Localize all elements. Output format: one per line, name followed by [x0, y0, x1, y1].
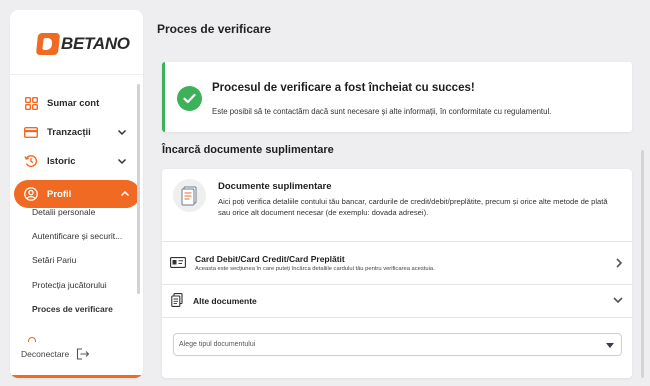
betano-logo[interactable]: BETANO	[35, 33, 130, 55]
chevron-right-icon	[616, 258, 623, 268]
sidebar-item-tranzactii[interactable]: Tranzacții	[22, 118, 137, 146]
partial-icon	[28, 337, 36, 342]
card-icon	[24, 125, 38, 139]
grid-icon	[24, 96, 38, 110]
chevron-down-icon	[117, 129, 127, 136]
sidebar-item-label: Sumar cont	[47, 97, 100, 109]
sidebar-item-label: Tranzacții	[47, 126, 91, 138]
document-upload-icon	[173, 179, 206, 212]
logo-text: BETANO	[61, 34, 130, 53]
submenu-proces-de-verificare[interactable]: Proces de verificare	[32, 304, 113, 314]
sidebar-accent-bar	[10, 375, 143, 378]
sidebar-item-label: Istoric	[47, 155, 76, 167]
id-card-icon	[170, 257, 186, 268]
documents-title: Documente suplimentare	[218, 181, 332, 192]
logout-icon	[77, 348, 90, 360]
document-type-select[interactable]: Alege tipul documentului	[173, 333, 622, 356]
main-scrollbar[interactable]	[641, 150, 644, 378]
caret-down-icon	[606, 343, 614, 348]
sidebar-item-label: Profil	[47, 188, 72, 200]
check-circle-icon	[177, 86, 202, 111]
success-banner: Procesul de verificare a fost încheiat c…	[162, 62, 632, 132]
sidebar-item-istoric[interactable]: Istoric	[22, 147, 137, 175]
submenu-detalii-personale[interactable]: Detalii personale	[32, 207, 95, 217]
documents-card: Documente suplimentare Aici poți verific…	[162, 169, 632, 378]
success-title: Procesul de verificare a fost încheiat c…	[212, 82, 475, 94]
section-title: Încarcă documente suplimentare	[162, 144, 334, 156]
submenu-setari-pariu[interactable]: Setări Pariu	[32, 255, 76, 265]
card-row-subtitle: Aceasta este secțiunea în care puteți în…	[195, 266, 435, 272]
submenu-protectia-jucatorului[interactable]: Protecția jucătorului	[32, 280, 107, 290]
divider	[162, 317, 632, 318]
select-placeholder: Alege tipul documentului	[179, 341, 256, 348]
user-icon	[24, 187, 38, 201]
success-text: Este posibil să te contactăm dacă sunt n…	[212, 107, 552, 116]
chevron-up-icon	[120, 190, 130, 197]
card-upload-row[interactable]: Card Debit/Card Credit/Card Preplătit Ac…	[162, 242, 632, 282]
other-documents-row[interactable]: Alte documente	[162, 285, 632, 315]
sidebar-item-sumar-cont[interactable]: Sumar cont	[22, 89, 137, 117]
sidebar-scrollbar[interactable]	[137, 84, 140, 294]
sidebar-item-profil[interactable]: Profil	[14, 180, 140, 208]
sidebar: BETANO Sumar cont Tranzacții Istoric Pro…	[10, 10, 143, 378]
logout-label: Deconectare	[21, 349, 70, 359]
history-icon	[24, 154, 38, 168]
logout-button[interactable]: Deconectare	[21, 348, 90, 360]
documents-description: Aici poți verifica detaliile contului tă…	[218, 197, 608, 217]
submenu-autentificare-securitate[interactable]: Autentificare și securit...	[32, 231, 122, 241]
page-title: Proces de verificare	[157, 22, 272, 36]
documents-icon	[171, 293, 183, 307]
chevron-down-icon	[117, 158, 127, 165]
chevron-down-icon	[613, 297, 623, 304]
divider	[10, 74, 143, 75]
betano-logo-icon	[35, 33, 61, 55]
card-row-title: Card Debit/Card Credit/Card Preplătit	[195, 254, 345, 264]
other-documents-title: Alte documente	[193, 296, 257, 306]
